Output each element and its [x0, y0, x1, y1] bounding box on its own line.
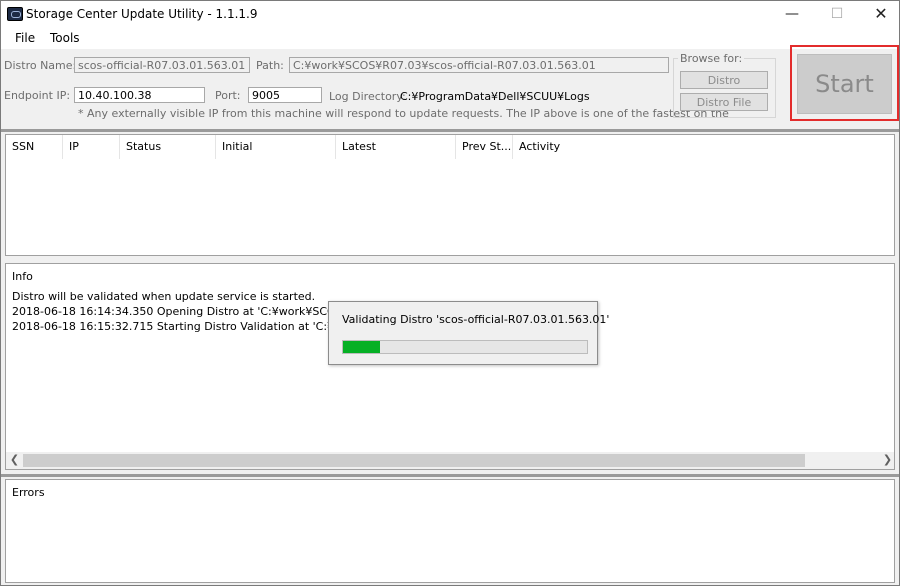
endpoint-ip-label: Endpoint IP: ?: [4, 89, 80, 102]
info-panel[interactable]: Info Distro will be validated when updat…: [5, 263, 895, 470]
info-horizontal-scrollbar[interactable]: ❮ ❯: [6, 452, 894, 469]
menu-file[interactable]: File: [15, 31, 35, 45]
endpoint-ip-input[interactable]: 10.40.100.38: [74, 87, 205, 103]
column-header-ssn[interactable]: SSN: [6, 135, 63, 159]
top-separator: [1, 129, 899, 132]
info-line: Distro will be validated when update ser…: [12, 290, 316, 303]
menu-bar: File Tools: [1, 27, 899, 49]
info-title: Info: [12, 270, 33, 283]
path-field: C:¥work¥SCOS¥R07.03¥scos-official-R07.03…: [289, 57, 669, 73]
app-icon: [7, 7, 23, 21]
port-input[interactable]: 9005: [248, 87, 322, 103]
progress-fill: [343, 341, 380, 353]
bottom-separator: [1, 474, 899, 477]
errors-title: Errors: [12, 486, 45, 499]
scroll-left-icon[interactable]: ❮: [6, 452, 23, 469]
column-header-status[interactable]: Status: [120, 135, 216, 159]
scrollbar-thumb[interactable]: [23, 454, 805, 467]
devices-table[interactable]: SSN IP Status Initial Latest Prev St... …: [5, 134, 895, 256]
validation-progress-bar: [342, 340, 588, 354]
errors-panel[interactable]: Errors: [5, 479, 895, 583]
column-header-prev-status[interactable]: Prev St...: [456, 135, 513, 159]
close-button[interactable]: ✕: [858, 1, 899, 27]
distro-name-field: scos-official-R07.03.01.563.01: [74, 57, 250, 73]
app-window: Storage Center Update Utility - 1.1.1.9 …: [0, 0, 900, 586]
minimize-button[interactable]: —: [769, 1, 815, 27]
endpoint-note: * Any externally visible IP from this ma…: [78, 107, 729, 120]
distro-directory-button[interactable]: Distro Directory: [680, 71, 768, 104]
path-label: Path:: [256, 59, 284, 72]
distro-file-button[interactable]: Distro File: [680, 93, 768, 111]
maximize-button[interactable]: ☐: [814, 1, 860, 27]
dialog-message: Validating Distro 'scos-official-R07.03.…: [342, 313, 610, 326]
log-directory-value[interactable]: C:¥ProgramData¥Dell¥SCUU¥Logs: [400, 90, 590, 103]
distro-name-label: Distro Name:: [4, 59, 77, 72]
browse-group: Browse for: Distro Directory Distro File: [673, 52, 776, 118]
info-line: 2018-06-18 16:15:32.715 Starting Distro …: [12, 320, 375, 333]
browse-title: Browse for:: [678, 52, 745, 65]
column-header-activity[interactable]: Activity: [513, 135, 633, 159]
column-header-latest[interactable]: Latest: [336, 135, 456, 159]
menu-tools[interactable]: Tools: [50, 31, 80, 45]
validation-dialog: Validating Distro 'scos-official-R07.03.…: [328, 301, 609, 365]
column-header-initial[interactable]: Initial: [216, 135, 336, 159]
column-header-ip[interactable]: IP: [63, 135, 120, 159]
port-label: Port:: [215, 89, 241, 102]
scroll-right-icon[interactable]: ❯: [879, 452, 894, 469]
title-bar[interactable]: Storage Center Update Utility - 1.1.1.9 …: [1, 1, 899, 27]
start-button[interactable]: Start: [797, 54, 892, 114]
info-line: 2018-06-18 16:14:34.350 Opening Distro a…: [12, 305, 382, 318]
start-button-highlight: Start: [790, 45, 899, 121]
window-title: Storage Center Update Utility - 1.1.1.9: [26, 7, 258, 21]
log-directory-label: Log Directory:: [329, 90, 406, 103]
